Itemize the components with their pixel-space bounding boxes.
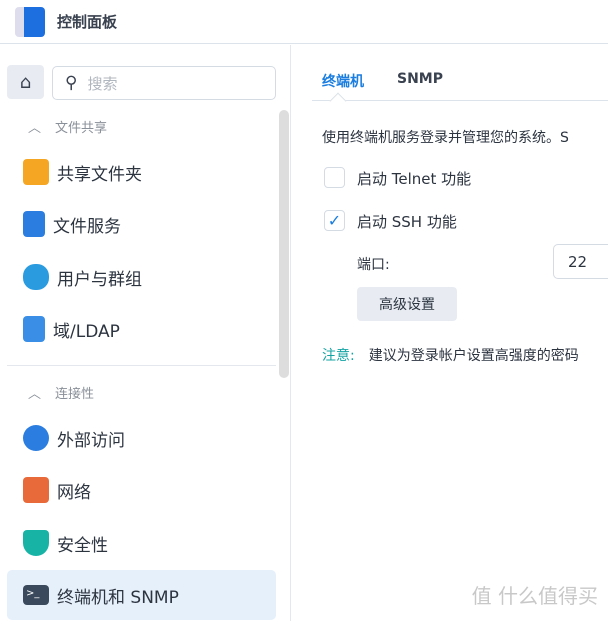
sidebar-item-ldap[interactable]: 域/LDAP	[7, 304, 276, 354]
app-title: 控制面板	[57, 13, 118, 31]
search-placeholder: 搜索	[87, 74, 118, 93]
home-icon: ⌂	[19, 71, 32, 93]
sidebar-item-label: 共享文件夹	[57, 164, 142, 185]
control-panel-icon	[15, 6, 45, 37]
file-services-icon	[23, 211, 45, 237]
section-label: 文件共享	[55, 121, 108, 136]
section-file-sharing[interactable]: ︿ 文件共享	[28, 117, 107, 136]
tab-bar: 终端机 SNMP	[312, 45, 608, 110]
sidebar-item-label: 用户与群组	[57, 269, 142, 290]
title-bar: 控制面板	[0, 0, 608, 44]
watermark: 值 什么值得买	[471, 584, 598, 608]
telnet-checkbox[interactable]	[324, 167, 345, 188]
telnet-label[interactable]: 启动 Telnet 功能	[357, 168, 471, 189]
sidebar-item-security[interactable]: 安全性	[7, 518, 276, 568]
note-label: 注意:	[322, 348, 355, 364]
sidebar-item-label: 终端机和 SNMP	[57, 587, 179, 608]
note-text: 建议为登录帐户设置高强度的密码	[368, 348, 579, 364]
sidebar-item-label: 安全性	[57, 535, 108, 556]
section-connectivity[interactable]: ︿ 连接性	[28, 383, 94, 402]
terminal-icon: >_	[23, 585, 49, 605]
sidebar-item-terminal-snmp[interactable]: >_ 终端机和 SNMP	[7, 570, 276, 620]
sidebar-item-file-services[interactable]: 文件服务	[7, 199, 276, 249]
section-label: 连接性	[55, 387, 95, 402]
sidebar-item-network[interactable]: 网络	[7, 465, 276, 515]
external-access-icon	[23, 425, 49, 451]
sidebar-item-users-groups[interactable]: 用户与群组	[7, 252, 276, 302]
port-input[interactable]: 22	[553, 244, 608, 279]
sidebar-item-label: 网络	[57, 482, 91, 503]
folder-icon	[23, 159, 49, 185]
sidebar-item-label: 文件服务	[53, 216, 121, 237]
users-icon	[23, 264, 49, 290]
divider	[7, 365, 276, 366]
chevron-up-icon: ︿	[28, 387, 42, 402]
advanced-settings-button[interactable]: 高级设置	[357, 287, 457, 321]
checkmark-icon: ✓	[327, 211, 342, 230]
port-label: 端口:	[357, 257, 390, 273]
sidebar-item-shared-folder[interactable]: 共享文件夹	[7, 147, 276, 197]
shield-icon	[23, 530, 49, 556]
ldap-icon	[23, 316, 45, 342]
sidebar-item-external-access[interactable]: 外部访问	[7, 413, 276, 463]
main-panel: 终端机 SNMP 使用终端机服务登录并管理您的系统。S 启动 Telnet 功能…	[292, 45, 608, 621]
home-button[interactable]: ⌂	[7, 65, 44, 99]
search-input[interactable]: ⚲ 搜索	[52, 66, 276, 100]
chevron-up-icon: ︿	[28, 121, 42, 136]
description: 使用终端机服务登录并管理您的系统。S	[322, 130, 569, 146]
sidebar: ⌂ ⚲ 搜索 ︿ 文件共享 共享文件夹 文件服务 用户与群组 域/LDAP ︿ 连接性…	[0, 45, 291, 621]
ssh-checkbox[interactable]: ✓	[324, 210, 345, 231]
sidebar-item-label: 外部访问	[57, 430, 125, 451]
network-icon	[23, 477, 49, 503]
scrollbar[interactable]	[279, 110, 289, 378]
sidebar-item-label: 域/LDAP	[53, 321, 120, 342]
tab-terminal[interactable]: 终端机	[322, 71, 364, 91]
active-tab-indicator	[329, 92, 347, 110]
ssh-label[interactable]: 启动 SSH 功能	[357, 211, 457, 232]
note: 注意: 建议为登录帐户设置高强度的密码	[322, 345, 579, 365]
tab-snmp[interactable]: SNMP	[397, 71, 443, 87]
search-icon: ⚲	[65, 73, 78, 93]
